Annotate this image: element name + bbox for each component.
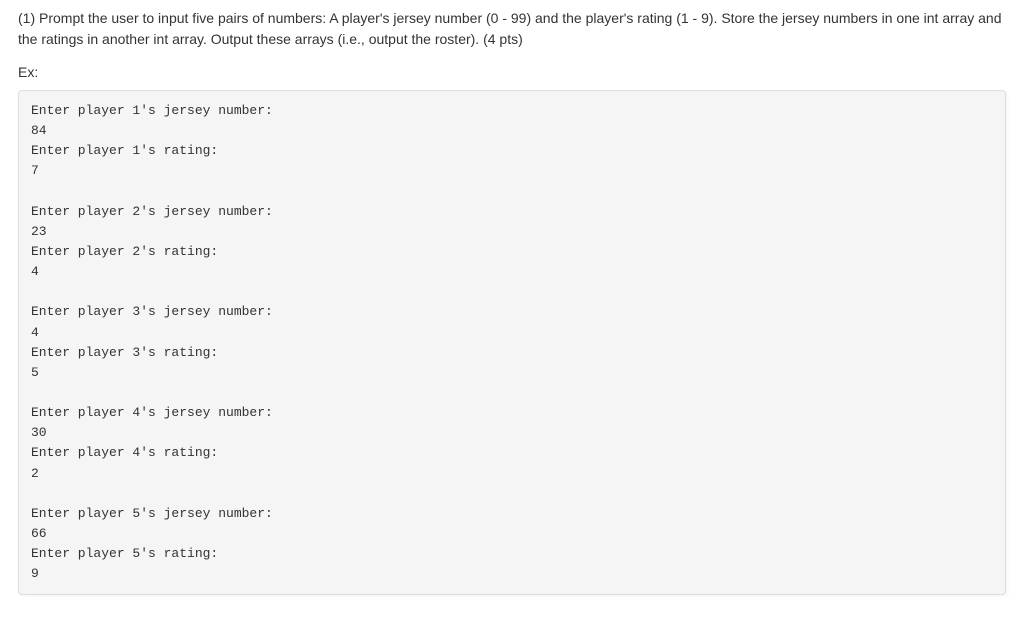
example-output-code: Enter player 1's jersey number: 84 Enter…	[18, 90, 1006, 595]
problem-instructions: (1) Prompt the user to input five pairs …	[18, 8, 1006, 50]
example-label: Ex:	[18, 64, 1006, 80]
